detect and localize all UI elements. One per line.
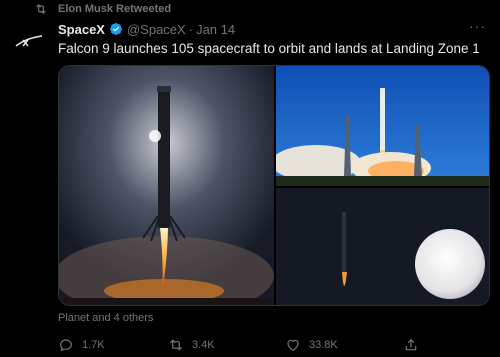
spacex-logo-icon [15, 35, 43, 47]
author-handle[interactable]: @SpaceX [127, 22, 186, 37]
retweet-icon [36, 4, 46, 14]
retweet-icon [170, 339, 182, 351]
heart-icon [287, 339, 299, 351]
retweet-label: Elon Musk Retweeted [58, 3, 172, 15]
media-grid [58, 65, 490, 306]
retweet-button[interactable]: 3.4K [168, 337, 215, 353]
action-bar: 1.7K 3.4K 33.8K [58, 335, 478, 355]
verified-badge-icon [110, 23, 122, 35]
tweet-text: Falcon 9 launches 105 spacecraft to orbi… [58, 41, 480, 56]
avatar[interactable] [11, 24, 47, 60]
tweet-header: SpaceX @SpaceX · Jan 14 ··· [58, 19, 486, 38]
like-button[interactable]: 33.8K [285, 337, 338, 353]
more-options-button[interactable]: ··· [469, 19, 486, 33]
share-button[interactable] [403, 337, 419, 353]
author-name[interactable]: SpaceX [58, 22, 105, 37]
separator-dot: · [188, 21, 194, 37]
like-count: 33.8K [309, 339, 338, 351]
reply-count: 1.7K [82, 339, 105, 351]
reply-button[interactable]: 1.7K [58, 337, 105, 353]
photo-night-launch-moon[interactable] [276, 188, 489, 305]
photo-launch-pad[interactable] [276, 66, 489, 186]
tweet-date[interactable]: Jan 14 [196, 22, 235, 37]
tagged-users[interactable]: Planet and 4 others [58, 312, 153, 324]
photo-booster-landing[interactable] [59, 66, 274, 305]
retweet-count: 3.4K [192, 339, 215, 351]
reply-icon [60, 339, 72, 351]
retweet-header[interactable]: Elon Musk Retweeted [34, 2, 171, 16]
share-icon [405, 339, 417, 351]
